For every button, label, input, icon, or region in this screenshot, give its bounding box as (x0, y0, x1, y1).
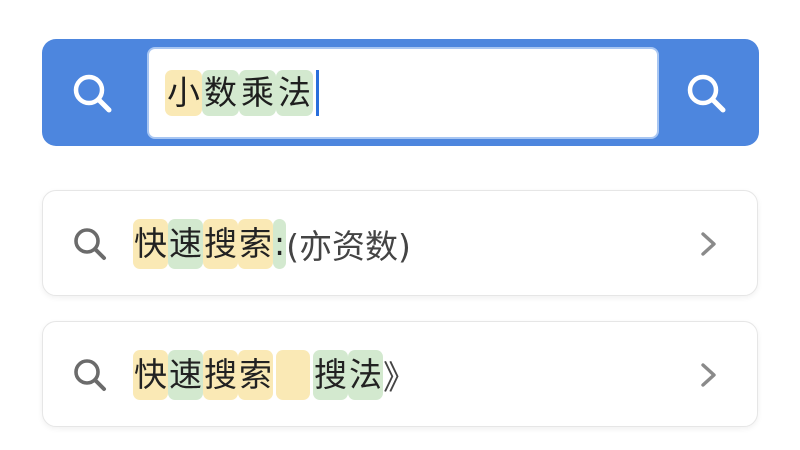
search-icon[interactable] (66, 67, 120, 121)
query-char: 乘 (239, 69, 276, 117)
suggestion-part (276, 350, 310, 400)
chevron-right-icon (693, 360, 723, 390)
suggestion-part: 》 (383, 358, 416, 397)
search-query: 小数乘法 (165, 69, 319, 117)
search-icon (687, 74, 726, 113)
suggestion-text: 快速搜索搜法》 (133, 322, 416, 428)
search-submit-button[interactable] (680, 67, 734, 121)
search-icon (69, 223, 113, 267)
suggestion-part: 搜 (203, 218, 238, 270)
suggestion-part: 快 (133, 218, 168, 270)
suggestion-part: 索 (238, 349, 273, 401)
suggestion-text: 快速搜索: (亦资数) (133, 191, 411, 297)
suggestion-part: 快 (133, 349, 168, 401)
suggestion-part: 搜 (203, 349, 238, 401)
search-icon (69, 354, 113, 398)
query-char: 法 (276, 69, 313, 117)
search-input[interactable]: 小数乘法 (147, 47, 659, 139)
suggestion-part: 速 (168, 349, 203, 401)
suggestion-part: 法 (348, 349, 383, 401)
text-caret (316, 69, 319, 116)
suggestion-part: 索 (238, 218, 273, 270)
suggestion-part: 速 (168, 218, 203, 270)
chevron-right-icon (693, 229, 723, 259)
search-screen: 小数乘法 快速搜索: (亦资数) 快 速 搜 索 搜 法 》 (0, 0, 800, 450)
search-bar: 小数乘法 (42, 39, 759, 146)
suggestion-part: : (273, 218, 287, 270)
query-char: 数 (202, 69, 239, 117)
query-char: 小 (165, 69, 202, 117)
suggestion-item[interactable]: 快速搜索: (亦资数) (42, 190, 758, 296)
suggestion-item[interactable]: 快速搜索搜法》 (42, 321, 758, 427)
suggestion-part: (亦资数) (286, 227, 411, 266)
suggestion-part: 搜 (313, 349, 348, 401)
